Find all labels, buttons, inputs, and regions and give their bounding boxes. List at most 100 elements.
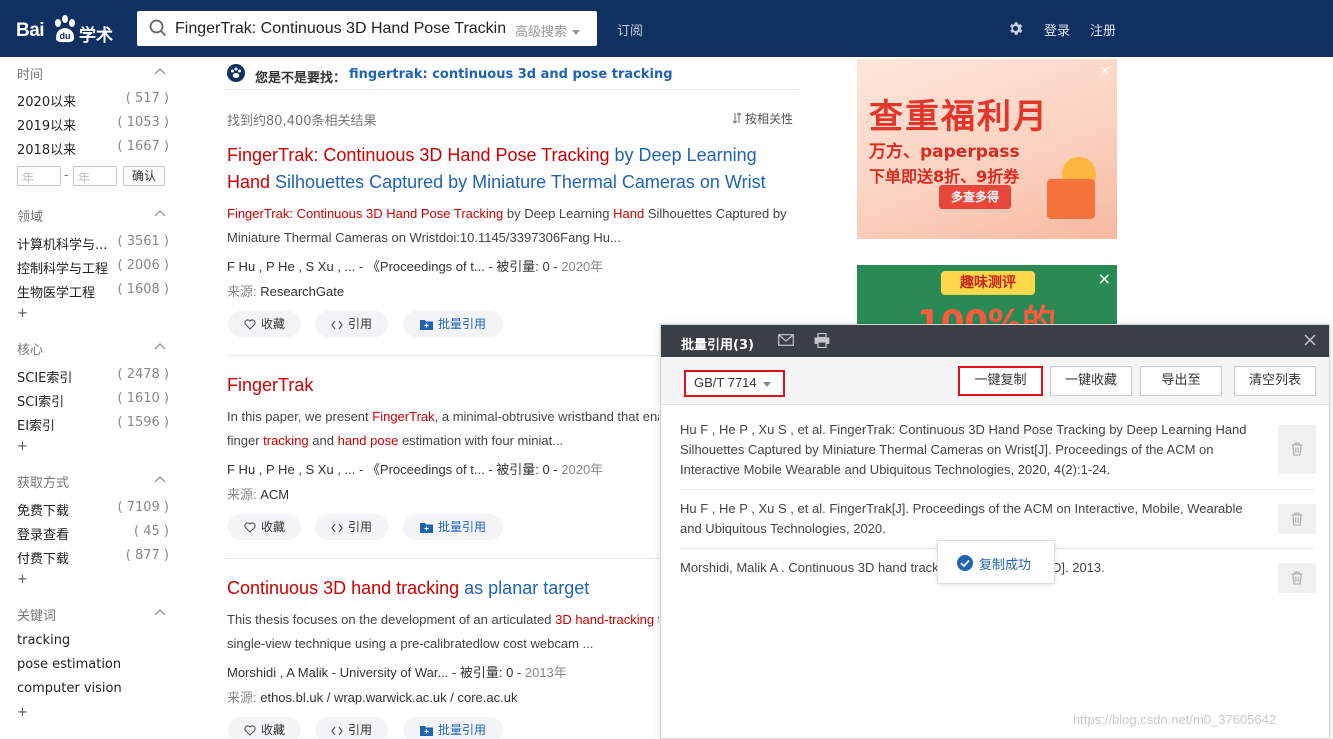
export-button[interactable]: 导出至 <box>1140 366 1222 396</box>
filter-keywords-title: 关键词 <box>17 609 57 624</box>
delete-citation-button[interactable] <box>1278 563 1316 593</box>
top-bar: Bai du 学术 高级搜索 订阅 登录 注册 <box>0 0 1333 57</box>
filter-field-bme[interactable]: 生物医学工程( 1608 ) <box>17 282 169 301</box>
trash-icon <box>1291 442 1303 456</box>
filter-keywords-more[interactable]: + <box>17 705 28 720</box>
filter-keyword-tracking[interactable]: tracking <box>17 633 169 651</box>
divider <box>227 89 797 90</box>
suggest-link[interactable]: fingertrak: continuous 3d and pose track… <box>349 67 673 82</box>
logo-text: Bai <box>16 20 45 41</box>
filter-core-scie[interactable]: SCIE索引( 2478 ) <box>17 367 169 386</box>
trash-icon <box>1291 571 1303 585</box>
filter-access-free[interactable]: 免费下载( 7109 ) <box>17 500 169 519</box>
result-source: 来源: ethos.bl.uk / wrap.warwick.ac.uk / c… <box>227 690 518 705</box>
clear-list-button[interactable]: 清空列表 <box>1234 366 1316 396</box>
filter-keyword-computer-vision[interactable]: computer vision <box>17 681 169 699</box>
year-range-dash: - <box>64 168 69 183</box>
panel-title: 批量引用(3) <box>681 338 754 353</box>
citation-divider <box>680 489 1314 490</box>
cite-button[interactable]: 引用 <box>315 311 388 337</box>
search-box[interactable]: 高级搜索 <box>137 11 597 46</box>
filter-field-cs[interactable]: 计算机科学与...( 3561 ) <box>17 234 169 253</box>
search-input[interactable] <box>175 15 505 42</box>
result-title[interactable]: Continuous 3D hand tracking as planar ta… <box>227 575 589 602</box>
code-icon <box>331 320 343 330</box>
svg-text:du: du <box>60 31 71 41</box>
trash-icon <box>1291 512 1303 526</box>
result-abstract: This thesis focuses on the development o… <box>227 612 659 651</box>
result-meta: F Hu , P He , S Xu , ... - 《Proceedings … <box>227 462 604 477</box>
close-icon[interactable]: × <box>1099 63 1111 79</box>
result-title[interactable]: FingerTrak: Continuous 3D Hand Pose Trac… <box>227 142 787 196</box>
watermark: https://blog.csdn.net/m0_37605642 <box>1073 712 1277 727</box>
register-link[interactable]: 注册 <box>1090 20 1116 39</box>
baidu-scholar-logo[interactable]: Bai du 学术 <box>16 14 121 46</box>
favorite-button[interactable]: 收藏 <box>228 514 301 540</box>
copy-all-button[interactable]: 一键复制 <box>958 366 1043 396</box>
search-icon[interactable] <box>149 19 167 37</box>
batch-cite-button[interactable]: 批量引用 <box>403 311 503 337</box>
close-icon[interactable] <box>1303 333 1317 347</box>
paw-icon: du <box>55 15 75 43</box>
folder-plus-icon <box>419 320 433 330</box>
gift-icon <box>1047 179 1095 219</box>
filter-time-2019[interactable]: 2019以来( 1053 ) <box>17 115 169 134</box>
ad-headline: 查重福利月 <box>869 97 1049 137</box>
year-to-input[interactable]: 年 <box>73 166 117 186</box>
ad-line: 万方、paperpass <box>869 142 1020 162</box>
chevron-up-icon[interactable] <box>154 342 166 350</box>
gear-icon[interactable] <box>1007 20 1024 37</box>
filter-keyword-pose-estimation[interactable]: pose estimation <box>17 657 169 675</box>
result-abstract: In this paper, we present FingerTrak, a … <box>227 409 659 448</box>
filter-time-2018[interactable]: 2018以来( 1667 ) <box>17 139 169 158</box>
login-link[interactable]: 登录 <box>1044 20 1070 39</box>
result-abstract: FingerTrak: Continuous 3D Hand Pose Trac… <box>227 206 787 245</box>
chevron-up-icon[interactable] <box>154 608 166 616</box>
divider <box>227 558 659 559</box>
favorite-button[interactable]: 收藏 <box>228 311 301 337</box>
delete-citation-button[interactable] <box>1278 504 1316 534</box>
cite-button[interactable]: 引用 <box>315 514 388 540</box>
chevron-up-icon[interactable] <box>154 67 166 75</box>
filter-access-paid[interactable]: 付费下载( 877 ) <box>17 548 169 567</box>
ad-line: 下单即送8折、9折券 <box>869 167 1020 186</box>
delete-citation-button[interactable] <box>1278 425 1316 474</box>
year-from-input[interactable]: 年 <box>17 166 61 186</box>
close-icon[interactable]: × <box>1098 269 1111 288</box>
panel-toolbar: GB/T 7714 一键复制 一键收藏 导出至 清空列表 <box>661 357 1329 405</box>
filter-field-more[interactable]: + <box>17 306 28 321</box>
filter-time-2020[interactable]: 2020以来( 517 ) <box>17 91 169 110</box>
year-confirm-button[interactable]: 确认 <box>123 166 165 186</box>
code-icon <box>331 726 343 736</box>
mail-icon[interactable] <box>778 334 794 346</box>
print-icon[interactable] <box>814 333 830 348</box>
favorite-button[interactable]: 收藏 <box>228 717 301 739</box>
chevron-up-icon[interactable] <box>154 475 166 483</box>
filter-core-more[interactable]: + <box>17 439 28 454</box>
batch-cite-button[interactable]: 批量引用 <box>403 514 503 540</box>
sort-by-relevance[interactable]: 按相关性 <box>732 110 793 127</box>
ad-plagiarism-check[interactable]: 查重福利月 万方、paperpass 下单即送8折、9折券 多查多得 × <box>857 59 1117 239</box>
subscribe-link[interactable]: 订阅 <box>617 20 643 39</box>
filter-access-title: 获取方式 <box>17 476 70 491</box>
logo-scholar-text: 学术 <box>79 26 113 46</box>
check-circle-icon <box>957 555 973 571</box>
panel-header: 批量引用(3) <box>661 325 1329 357</box>
heart-icon <box>244 522 256 533</box>
favorite-all-button[interactable]: 一键收藏 <box>1050 366 1132 396</box>
filter-access-more[interactable]: + <box>17 572 28 587</box>
filter-core-sci[interactable]: SCI索引( 1610 ) <box>17 391 169 410</box>
advanced-search-dropdown[interactable]: 高级搜索 <box>515 21 581 40</box>
batch-cite-button[interactable]: 批量引用 <box>403 717 503 739</box>
citation-format-select[interactable]: GB/T 7714 <box>684 370 785 397</box>
ad-tag: 多查多得 <box>939 185 1011 209</box>
filter-access-login[interactable]: 登录查看( 45 ) <box>17 524 169 543</box>
filter-core-ei[interactable]: EI索引( 1596 ) <box>17 415 169 434</box>
heart-icon <box>244 319 256 330</box>
ad-fun-test[interactable]: 100%的 趣味测评 × <box>857 265 1117 325</box>
filter-field-control[interactable]: 控制科学与工程( 2006 ) <box>17 258 169 277</box>
cite-button[interactable]: 引用 <box>315 717 388 739</box>
result-title[interactable]: FingerTrak <box>227 372 313 399</box>
chevron-up-icon[interactable] <box>154 209 166 217</box>
folder-plus-icon <box>419 726 433 736</box>
